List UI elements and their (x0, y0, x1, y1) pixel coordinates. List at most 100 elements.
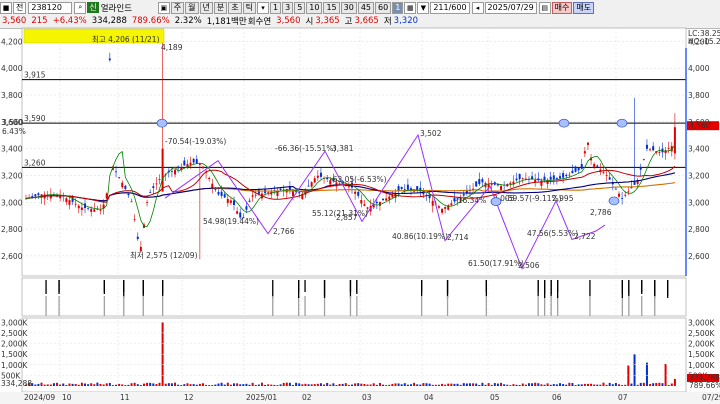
volume-bar (239, 384, 242, 386)
candle-body (574, 166, 577, 172)
volume-bar (568, 382, 571, 386)
candle-body (565, 174, 568, 177)
chart-annotation: 4,189 (161, 43, 183, 52)
candle-body (68, 200, 71, 205)
volume-bar (441, 383, 444, 386)
candle-body (74, 203, 77, 205)
level-label: 3,915 (24, 71, 46, 80)
candle-body (31, 195, 34, 197)
volume-bar (292, 384, 295, 386)
volume-bar (655, 382, 658, 386)
candle-body (189, 162, 192, 165)
volume-bar (155, 384, 158, 386)
candle-body (146, 202, 149, 203)
volume-bar (649, 384, 652, 386)
candle-body (248, 200, 251, 202)
date-tick-label: 06 (552, 393, 562, 402)
volume-bar (245, 383, 248, 386)
candle-body (624, 194, 627, 196)
volume-bar (301, 384, 304, 386)
candle-body (571, 170, 574, 174)
signal-bar (550, 296, 552, 316)
signal-bar (349, 296, 352, 316)
volume-bar (338, 384, 341, 386)
chart-annotation: 최저 2,575 (12/09) (130, 250, 198, 260)
signal-bar (58, 280, 60, 294)
stock-chart[interactable]: 4,2004,2004,0004,0003,8003,8003,6003,600… (0, 0, 720, 404)
candle-body (161, 148, 164, 192)
candle-body (127, 193, 130, 196)
candle-body (65, 198, 68, 203)
signal-bar (356, 280, 358, 294)
chart-annotation: 61.50(17.91%) (468, 259, 524, 268)
candle-body (593, 163, 596, 167)
volume-bar (77, 384, 80, 386)
volume-bar (500, 382, 503, 386)
volume-bar (139, 384, 142, 386)
candle-body (422, 192, 425, 195)
candle-body (667, 148, 670, 149)
volume-bar (208, 385, 211, 386)
candle-body (664, 150, 667, 154)
volume-bar (136, 384, 139, 386)
volume-bar (248, 384, 251, 386)
volume-bar (382, 384, 385, 386)
volume-bar (52, 383, 55, 386)
volume-bar (596, 384, 599, 386)
volume-bar (99, 383, 102, 386)
volume-bar (133, 382, 136, 386)
chart-annotation: -70.54(-19.03%) (165, 137, 226, 146)
volume-bar (257, 384, 260, 386)
volume-bar (369, 384, 372, 386)
volume-bar (124, 385, 127, 386)
volume-bar (319, 383, 322, 386)
signal-bar (621, 296, 623, 316)
volume-bar (484, 384, 487, 386)
volume-bar (518, 384, 521, 386)
volume-bar (229, 384, 232, 386)
volume-bar (74, 384, 77, 386)
volume-bar (652, 383, 655, 386)
candle-body (490, 184, 493, 185)
volume-bar (121, 384, 124, 386)
candle-body (236, 211, 239, 214)
volume-bar (62, 383, 65, 386)
candle-body (385, 198, 388, 201)
signal-bar (45, 280, 47, 294)
volume-bar (68, 383, 71, 386)
volume-bar (475, 383, 478, 386)
candle-body (559, 176, 562, 179)
signal-bar (103, 280, 105, 294)
volume-bar (562, 384, 565, 386)
marker-ellipse (608, 196, 620, 206)
volume-bar (46, 384, 49, 386)
volume-bar (211, 385, 214, 386)
volume-bar (413, 382, 416, 386)
candle-body (99, 210, 102, 211)
signal-bar (621, 280, 623, 298)
candle-body (211, 183, 214, 188)
volume-bar (93, 384, 96, 386)
price-tick-label-right: 2,800 (688, 225, 710, 234)
candle-body (509, 182, 512, 184)
candle-body (214, 189, 217, 190)
volume-bar (65, 384, 68, 386)
volume-bar (444, 384, 447, 386)
candle-body (198, 164, 201, 165)
candle-body (279, 188, 282, 191)
volume-bar (416, 384, 419, 386)
volume-bar (164, 383, 167, 386)
price-tick-label-right: 2,600 (688, 252, 710, 261)
candle-body (363, 204, 366, 206)
candle-body (586, 142, 589, 145)
signal-bar (557, 280, 559, 292)
candle-body (183, 160, 186, 166)
volume-tick-label: 1,500K (1, 350, 28, 359)
signal-bar (142, 280, 144, 296)
volume-bar (406, 384, 409, 386)
volume-bar (447, 383, 450, 386)
candle-body (400, 186, 403, 190)
volume-bar (618, 384, 621, 386)
chart-annotation: -16.34% (455, 196, 486, 205)
candle-body (583, 151, 586, 154)
